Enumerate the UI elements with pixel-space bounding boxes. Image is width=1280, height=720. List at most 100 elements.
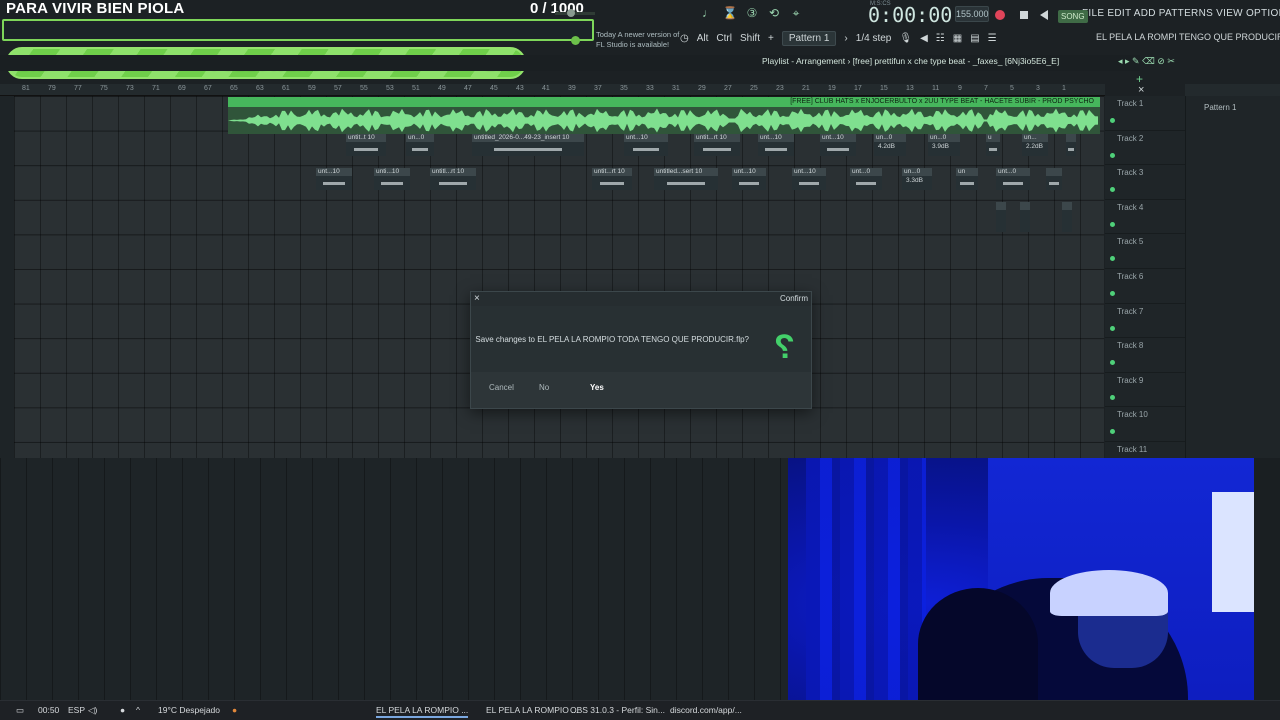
next-pattern-icon[interactable]: › [844, 33, 847, 44]
audio-clip[interactable]: u [986, 134, 1000, 156]
audio-clip[interactable]: unt...10 [758, 134, 794, 156]
add-pattern-icon[interactable]: + [768, 33, 774, 44]
track-header[interactable]: Track 6 [1105, 269, 1185, 304]
tray-chevron-icon[interactable]: ^ [136, 705, 140, 715]
track-mute-dot[interactable] [1110, 187, 1115, 193]
audio-clip[interactable]: unt...10 [624, 134, 668, 156]
step-selector[interactable]: 1/4 step [856, 33, 892, 44]
alt-label[interactable]: Alt [697, 33, 709, 44]
taskbar-time[interactable]: 00:50 [38, 705, 59, 715]
wait-icon[interactable]: ⌛ [722, 6, 738, 21]
vertical-scrollbar[interactable] [0, 96, 14, 458]
piano-roll-icon[interactable]: ▤ [970, 33, 979, 44]
record-icon[interactable] [995, 10, 1005, 20]
back-icon[interactable]: ◀ [920, 33, 928, 44]
slider-knob[interactable] [567, 9, 575, 17]
audio-clip[interactable]: untitled...sert 10 [654, 168, 718, 190]
loop-icon[interactable]: ⟲ [766, 6, 782, 21]
taskbar-app-2[interactable]: EL PELA LA ROMPIO ... [486, 705, 578, 715]
track-header[interactable]: Track 10 [1105, 407, 1185, 442]
mic-icon[interactable]: 🎙 [899, 33, 912, 44]
audio-clip[interactable]: unt...10 [820, 134, 856, 156]
browser-icon[interactable]: ☰ [988, 33, 997, 44]
audio-clip[interactable]: unt...0 [996, 168, 1030, 190]
volume-slider[interactable] [555, 9, 595, 17]
ruler-tick: 81 [22, 85, 30, 92]
notifications-icon[interactable]: ▭ [16, 705, 24, 716]
audio-clip[interactable]: untit..t 10 [346, 134, 386, 156]
no-button[interactable]: No [533, 380, 555, 395]
audio-clip[interactable]: unt...10 [792, 168, 826, 190]
countdown-icon[interactable]: ③ [744, 6, 760, 21]
main-menu[interactable]: FILE EDIT ADD PATTERNS VIEW OPTIONS TOOL… [1082, 8, 1280, 19]
track-header[interactable]: Track 4 [1105, 200, 1185, 235]
ctrl-label[interactable]: Ctrl [716, 33, 732, 44]
track-header[interactable]: Track 5 [1105, 234, 1185, 269]
audio-clip[interactable]: un...0 3.3dB [902, 168, 932, 190]
audio-clip[interactable]: untitl...rt 10 [430, 168, 476, 190]
cancel-button[interactable]: Cancel [483, 380, 520, 395]
audio-clip[interactable]: un...0 4.2dB [874, 134, 906, 156]
audio-clip[interactable] [1062, 202, 1072, 232]
audio-clip[interactable]: untit...rt 10 [694, 134, 740, 156]
picker-pattern-item[interactable]: Pattern 1 [1204, 103, 1236, 112]
volume-icon[interactable]: ◁) [88, 705, 97, 716]
taskbar-lang[interactable]: ESP [68, 705, 85, 715]
audio-clip[interactable] [1066, 134, 1076, 156]
track-mute-dot[interactable] [1110, 221, 1115, 227]
track-mute-dot[interactable] [1110, 325, 1115, 331]
audio-clip[interactable]: un [956, 168, 978, 190]
track-mute-dot[interactable] [1110, 429, 1115, 435]
pin-icon[interactable]: ⌖ [788, 6, 804, 21]
song-time[interactable]: 0:00:00 [868, 3, 952, 27]
audio-clip[interactable] [1020, 202, 1030, 232]
track-mute-dot[interactable] [1110, 152, 1115, 158]
play-icon[interactable] [1040, 10, 1048, 20]
audio-clip[interactable]: unt...10 [732, 168, 766, 190]
track-header[interactable]: Track 2 [1105, 131, 1185, 166]
audio-clip[interactable]: un... 2.2dB [1022, 134, 1048, 156]
stop-icon[interactable] [1020, 11, 1028, 19]
playlist-close-icon[interactable]: × [1138, 84, 1144, 96]
audio-clip-waveform[interactable] [228, 107, 1100, 134]
mic-tray-icon[interactable]: ● [120, 705, 125, 715]
track-mute-dot[interactable] [1110, 291, 1115, 296]
track-mute-dot[interactable] [1110, 360, 1115, 366]
taskbar-discord[interactable]: discord.com/app/... [670, 705, 742, 715]
close-icon[interactable]: × [474, 293, 480, 304]
audio-clip-header[interactable]: [FREE] CLUB HATS x ENJOCERBULTO x 2UU TY… [228, 97, 1100, 107]
audio-clip[interactable] [996, 202, 1006, 232]
audio-clip[interactable]: un...0 3.9dB [928, 134, 960, 156]
audio-clip[interactable]: unt...10 [316, 168, 352, 190]
track-header[interactable]: Track 8 [1105, 338, 1185, 373]
track-mute-dot[interactable] [1110, 118, 1115, 123]
track-header[interactable]: Track 7 [1105, 304, 1185, 339]
track-mute-dot[interactable] [1110, 394, 1115, 400]
audio-clip[interactable]: untit...rt 10 [592, 168, 632, 190]
audio-clip[interactable] [1046, 168, 1062, 190]
weather-text[interactable]: 19°C Despejado [158, 705, 220, 715]
track-header[interactable]: Track 3 [1105, 165, 1185, 200]
channel-rack-icon[interactable]: ▦ [953, 33, 962, 44]
taskbar-obs[interactable]: OBS 31.0.3 - Perfil: Sin... [570, 705, 665, 715]
pattern-selector[interactable]: Pattern 1 [781, 31, 837, 46]
clock-icon[interactable]: ◷ [680, 33, 689, 44]
track-mute-dot[interactable] [1110, 256, 1115, 262]
audio-clip[interactable]: untitled_2026-0...49-23_insert 10 [472, 134, 584, 156]
track-header[interactable]: Track 1 [1105, 96, 1185, 131]
playlist-tools[interactable]: ◂ ▸ ✎ ⌫ ⊘ ✂ [1118, 56, 1175, 67]
audio-clip[interactable]: unt...0 [850, 168, 882, 190]
ruler-tick: 67 [204, 85, 212, 92]
metronome-icon[interactable]: ♩ [700, 6, 716, 21]
audio-clip[interactable]: unti...10 [374, 168, 410, 190]
song-mode-badge[interactable]: SONG [1058, 10, 1088, 23]
track-header[interactable]: Track 9 [1105, 373, 1185, 408]
tempo-field[interactable]: 155.000 [955, 6, 989, 22]
update-notice[interactable]: Today A newer version of FL Studio is av… [596, 30, 679, 50]
audio-clip[interactable]: un...0 [406, 134, 434, 156]
taskbar-app-1[interactable]: EL PELA LA ROMPIO ... [376, 705, 469, 718]
mixer-icon[interactable]: ☷ [936, 33, 945, 44]
yes-button[interactable]: Yes [584, 380, 610, 395]
shift-label[interactable]: Shift [740, 33, 760, 44]
timeline-ruler[interactable]: 81 79 77 75 73 71 69 67 65 63 61 59 57 55 53 51 49 47 45 43… [0, 84, 1105, 96]
